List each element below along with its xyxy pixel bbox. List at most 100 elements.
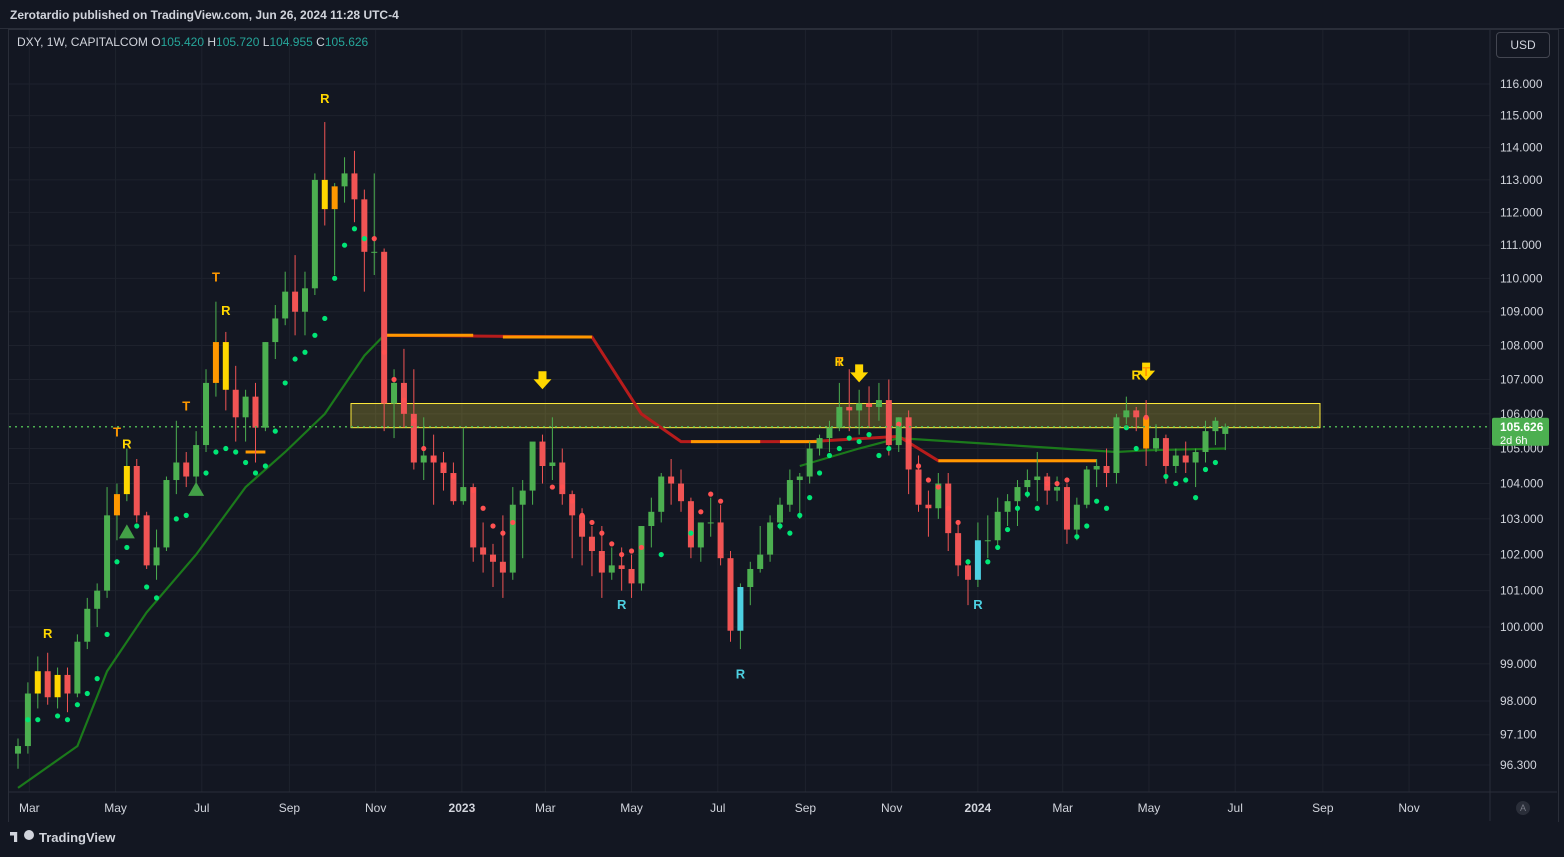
- dot-up: [153, 595, 160, 601]
- candle-body: [816, 438, 823, 449]
- price-tick-label: 112.000: [1500, 205, 1543, 219]
- dot-up: [886, 445, 892, 452]
- dot-down: [915, 463, 922, 469]
- dot-up: [35, 717, 41, 723]
- candle: [707, 497, 714, 537]
- price-tick-label: 115.000: [1500, 109, 1543, 123]
- dot-down: [955, 519, 961, 526]
- candle-body: [658, 476, 665, 512]
- candle: [668, 459, 675, 505]
- candle: [648, 497, 655, 548]
- dot-up: [856, 438, 862, 445]
- candle: [994, 497, 1001, 548]
- price-tick-label: 103.000: [1500, 512, 1544, 526]
- signal-marker: R: [617, 597, 627, 612]
- dot-up: [114, 559, 120, 565]
- candle: [588, 526, 595, 577]
- candle: [113, 483, 120, 541]
- candle-body: [1034, 476, 1041, 481]
- candle-body: [925, 504, 932, 509]
- candle-body: [262, 342, 269, 428]
- candle-body: [707, 522, 714, 524]
- price-chart[interactable]: Mar May Jul Sep Nov 2023 Mar May Jul Sep Nov 2024 Ma…: [0, 0, 1564, 857]
- candle: [1073, 497, 1080, 541]
- candle: [440, 452, 447, 491]
- signal-marker: R: [1132, 367, 1142, 382]
- dot-down: [619, 551, 625, 558]
- time-tick-label: Mar: [1052, 801, 1073, 815]
- symbol-label: DXY, 1W, CAPITALCOM: [17, 35, 148, 49]
- dot-up: [826, 452, 833, 459]
- auto-scale-button[interactable]: A: [1516, 801, 1530, 815]
- candle-body: [737, 587, 744, 631]
- time-tick-label: Mar: [535, 801, 556, 815]
- footer-bar: [0, 822, 1564, 857]
- dot-up: [252, 470, 259, 476]
- dot-up: [84, 690, 90, 697]
- dot-up: [173, 516, 179, 522]
- candle-body: [1123, 410, 1130, 418]
- candle: [638, 526, 645, 591]
- dot-down: [480, 505, 486, 511]
- symbol-info: DXY, 1W, CAPITALCOM O105.420 H105.720 L1…: [17, 35, 368, 49]
- dot-up: [25, 717, 31, 723]
- tradingview-logo[interactable]: TradingView: [10, 830, 115, 845]
- dot-up: [688, 530, 694, 536]
- candle: [430, 434, 437, 505]
- dot-up: [203, 470, 209, 476]
- dot-down: [935, 484, 941, 490]
- dot-down: [945, 505, 951, 511]
- candle: [727, 551, 734, 642]
- candle-body: [361, 199, 368, 252]
- candle-body: [94, 590, 101, 609]
- time-tick-label: 2024: [965, 801, 992, 815]
- candle-body: [212, 342, 219, 383]
- signal-marker: R: [973, 597, 983, 612]
- down-arrow-icon: [533, 371, 552, 390]
- dot-down: [510, 519, 516, 526]
- candle: [272, 305, 279, 360]
- candle-body: [183, 462, 190, 477]
- dot-up: [807, 495, 813, 501]
- time-tick-label: Jul: [194, 801, 209, 815]
- dot-up: [866, 432, 872, 438]
- dot-down: [371, 236, 377, 242]
- candle-body: [1162, 438, 1169, 466]
- dot-up: [1084, 523, 1090, 529]
- dot-up: [1183, 477, 1189, 483]
- candle: [153, 529, 160, 580]
- dot-down: [381, 349, 387, 355]
- candle-body: [529, 441, 536, 491]
- time-tick-label: Sep: [279, 801, 301, 815]
- candle: [1212, 417, 1219, 446]
- candle-body: [1024, 480, 1031, 488]
- dot-down: [1064, 477, 1070, 483]
- candle: [371, 173, 378, 275]
- price-tick-label: 101.000: [1500, 584, 1544, 598]
- candle-body: [697, 522, 704, 548]
- dot-down: [401, 397, 407, 403]
- time-tick-label: Jul: [1228, 801, 1243, 815]
- brand-name: TradingView: [39, 830, 116, 845]
- dot-up: [846, 435, 852, 441]
- time-tick-label: May: [1138, 801, 1161, 815]
- currency-button[interactable]: USD: [1496, 32, 1550, 58]
- time-tick-label: May: [620, 801, 643, 815]
- candle: [143, 511, 150, 569]
- dot-up: [272, 428, 278, 434]
- dot-up: [658, 551, 664, 558]
- candle-body: [519, 490, 526, 505]
- low-value: 104.955: [269, 35, 313, 49]
- dot-up: [104, 631, 110, 637]
- candle-body: [84, 608, 91, 642]
- candle: [687, 497, 694, 559]
- price-tick-label: 97.100: [1500, 728, 1537, 742]
- dot-up: [302, 349, 308, 355]
- dot-down: [599, 530, 605, 536]
- candle: [44, 652, 51, 705]
- price-tick-label: 98.000: [1500, 694, 1537, 708]
- dot-up: [1014, 505, 1021, 511]
- signal-marker: T: [182, 398, 190, 413]
- candle-body: [786, 480, 793, 505]
- price-tick-label: 107.000: [1500, 372, 1544, 386]
